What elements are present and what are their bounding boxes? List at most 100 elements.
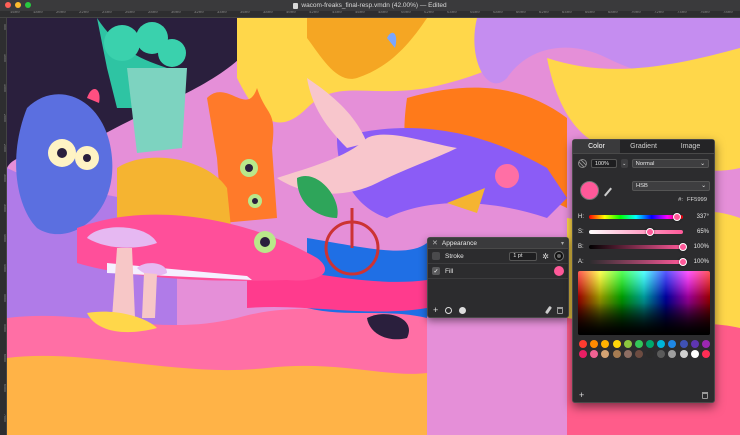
palette-swatch[interactable] xyxy=(657,340,666,348)
gear-icon[interactable]: ✲ xyxy=(542,252,549,261)
slider-value[interactable]: 100% xyxy=(687,259,709,265)
document-icon xyxy=(293,2,299,9)
tab-image[interactable]: Image xyxy=(667,140,714,153)
fill-checkbox[interactable]: ✓ xyxy=(432,267,440,275)
slider-track[interactable] xyxy=(589,227,683,236)
palette-swatch[interactable] xyxy=(612,340,621,348)
blend-mode-select[interactable]: Normal ⌄ xyxy=(631,159,709,168)
ruler-tick: 2600 xyxy=(125,11,135,15)
palette-swatch[interactable] xyxy=(646,340,654,348)
slider-s[interactable]: S: 65% xyxy=(578,227,709,237)
ruler-tick: 5600 xyxy=(470,11,480,15)
slider-value[interactable]: 65% xyxy=(687,229,709,235)
slider-value[interactable]: 337° xyxy=(687,214,709,220)
ruler-tick: 2400 xyxy=(102,11,112,15)
close-icon[interactable]: ✕ xyxy=(432,239,438,247)
chevron-down-icon: ⌄ xyxy=(701,183,706,189)
palette-swatch[interactable] xyxy=(701,340,710,348)
opacity-stepper[interactable]: ⌄ xyxy=(620,159,628,168)
add-fill-icon[interactable] xyxy=(459,306,467,314)
eyedropper-icon[interactable] xyxy=(604,187,612,197)
stroke-checkbox[interactable] xyxy=(432,252,440,260)
hex-field[interactable]: FF5999 xyxy=(687,197,707,203)
fill-color-swatch[interactable] xyxy=(554,266,564,276)
add-stroke-icon[interactable] xyxy=(445,306,453,314)
stroke-row[interactable]: Stroke 1 pt ✲ xyxy=(428,249,568,264)
slider-knob[interactable] xyxy=(672,212,681,221)
palette-swatch[interactable] xyxy=(690,340,699,348)
opacity-field[interactable]: 100% xyxy=(590,159,617,168)
ruler-tick: 7200 xyxy=(654,11,664,15)
palette-swatch[interactable] xyxy=(690,350,699,358)
palette-swatch[interactable] xyxy=(634,350,643,358)
palette-swatch[interactable] xyxy=(601,350,610,358)
ruler-tick: 5000 xyxy=(3,294,7,302)
slider-track[interactable] xyxy=(589,242,687,251)
ruler-tick: 3500 xyxy=(3,204,7,212)
chevron-down-icon[interactable]: ▾ xyxy=(561,240,564,247)
appearance-panel-header[interactable]: ✕ Appearance ▾ xyxy=(428,238,568,249)
ruler-tick: 4800 xyxy=(378,11,388,15)
palette-swatch[interactable] xyxy=(623,340,632,348)
slider-knob[interactable] xyxy=(679,257,687,266)
brush-icon[interactable] xyxy=(544,305,553,315)
add-icon[interactable]: + xyxy=(433,305,438,315)
slider-knob[interactable] xyxy=(646,227,655,236)
close-window-button[interactable] xyxy=(5,2,11,8)
slider-knob[interactable] xyxy=(679,242,687,251)
tab-gradient[interactable]: Gradient xyxy=(620,140,667,153)
ruler-vertical[interactable]: 500 1000 1500 2000 2500 3000 3500 4000 4500 5000 5… xyxy=(0,18,7,435)
palette-swatch[interactable] xyxy=(668,350,677,358)
appearance-panel: ✕ Appearance ▾ Stroke 1 pt ✲ ✓ Fill + xyxy=(427,237,569,318)
add-icon[interactable]: + xyxy=(579,390,584,400)
slider-track[interactable] xyxy=(589,212,683,221)
trash-icon[interactable] xyxy=(702,391,708,399)
stroke-width-field[interactable]: 1 pt xyxy=(509,251,538,261)
window-controls[interactable] xyxy=(5,2,31,8)
fill-label: Fill xyxy=(445,267,454,275)
chevron-down-icon: ⌄ xyxy=(700,160,705,167)
fill-row[interactable]: ✓ Fill xyxy=(428,264,568,279)
ruler-tick: 4200 xyxy=(309,11,319,15)
ruler-horizontal[interactable]: 1600 1800 2000 2200 2400 2600 2800 3000 3200 3400… xyxy=(0,11,740,18)
slider-h[interactable]: H: 337° xyxy=(578,212,709,222)
palette-swatch[interactable] xyxy=(590,340,599,348)
palette-swatch[interactable] xyxy=(646,350,654,358)
palette-swatch[interactable] xyxy=(579,350,587,358)
minimize-window-button[interactable] xyxy=(15,2,21,8)
palette-swatch[interactable] xyxy=(612,350,621,358)
palette-swatch[interactable] xyxy=(701,350,710,358)
ruler-tick: 500 xyxy=(3,24,7,30)
slider-value[interactable]: 100% xyxy=(687,244,709,250)
trash-icon[interactable] xyxy=(557,306,563,314)
ruler-tick: 6500 xyxy=(3,384,7,392)
ruler-tick: 2200 xyxy=(79,11,89,15)
ruler-tick: 3400 xyxy=(217,11,227,15)
palette-swatch[interactable] xyxy=(679,350,688,358)
palette-swatch[interactable] xyxy=(590,350,599,358)
slider-a[interactable]: A: 100% xyxy=(578,257,709,267)
ruler-tick: 6000 xyxy=(3,354,7,362)
color-spectrum[interactable] xyxy=(578,271,710,335)
stroke-color-swatch[interactable] xyxy=(554,251,564,261)
ruler-tick: 6800 xyxy=(608,11,618,15)
palette-swatch[interactable] xyxy=(679,340,688,348)
color-model-select[interactable]: HSB ⌄ xyxy=(632,181,710,191)
current-color-swatch[interactable] xyxy=(580,181,599,200)
slider-b[interactable]: B: 100% xyxy=(578,242,709,252)
ruler-tick: 5000 xyxy=(401,11,411,15)
ruler-tick: 6200 xyxy=(539,11,549,15)
slider-track[interactable] xyxy=(589,257,687,266)
ruler-tick: 1500 xyxy=(3,84,7,92)
palette-swatch[interactable] xyxy=(579,340,587,348)
palette-swatch[interactable] xyxy=(668,340,677,348)
tab-color[interactable]: Color xyxy=(573,140,620,153)
blend-mode-value: Normal xyxy=(635,160,655,167)
zoom-window-button[interactable] xyxy=(25,2,31,8)
ruler-tick: 3200 xyxy=(194,11,204,15)
palette-swatch[interactable] xyxy=(623,350,632,358)
palette-swatch[interactable] xyxy=(634,340,643,348)
palette-swatch[interactable] xyxy=(601,340,610,348)
ruler-tick: 3800 xyxy=(263,11,273,15)
palette-swatch[interactable] xyxy=(657,350,666,358)
